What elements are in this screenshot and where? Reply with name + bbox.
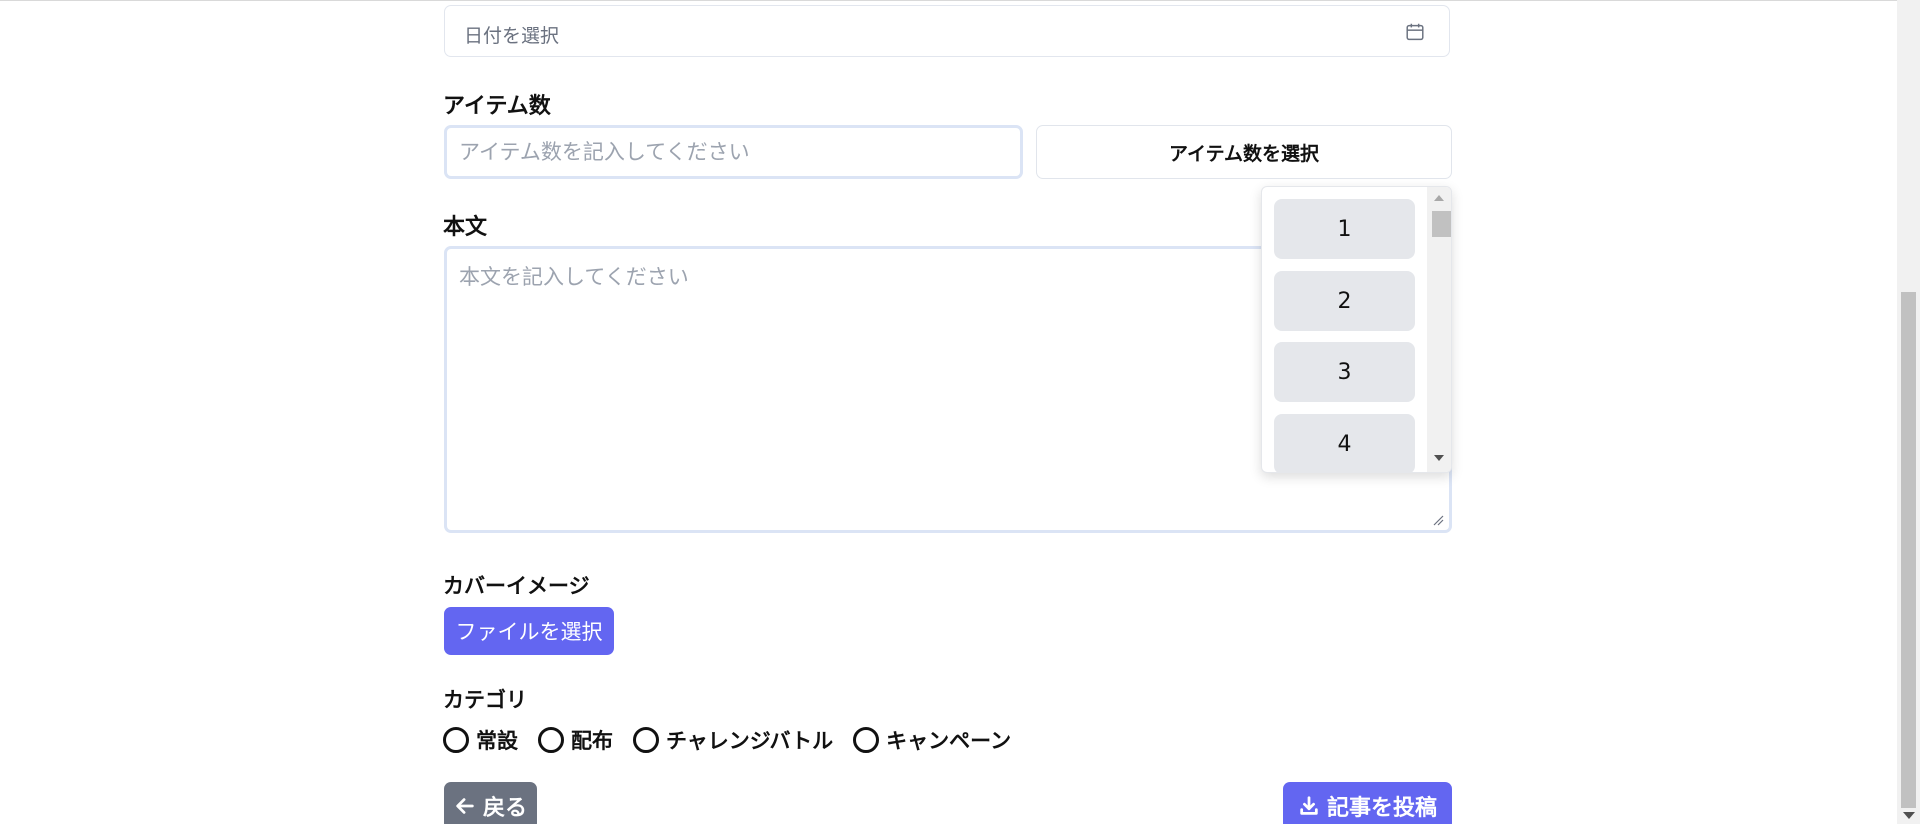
page-scrollbar[interactable] [1897, 0, 1920, 824]
radio-circle[interactable] [538, 727, 564, 753]
category-label: カテゴリ [443, 688, 527, 712]
category-option-permanent[interactable]: 常設 [443, 725, 518, 755]
choose-file-button[interactable]: ファイルを選択 [444, 607, 614, 655]
category-option-challenge-battle[interactable]: チャレンジバトル [633, 725, 833, 755]
date-placeholder: 日付を選択 [464, 25, 560, 47]
dropdown-option-1[interactable]: 1 [1274, 199, 1415, 259]
item-count-input[interactable] [447, 128, 1020, 176]
scroll-up-icon[interactable] [1434, 195, 1444, 201]
submit-post-button[interactable]: 記事を投稿 [1283, 782, 1452, 824]
radio-circle[interactable] [443, 727, 469, 753]
arrow-left-icon [456, 798, 474, 814]
category-option-label: キャンペーン [886, 729, 1012, 753]
category-option-distribution[interactable]: 配布 [538, 725, 613, 755]
item-count-field[interactable] [444, 125, 1023, 179]
dropdown-option-3[interactable]: 3 [1274, 342, 1415, 402]
download-icon [1300, 796, 1318, 815]
cover-image-label: カバーイメージ [443, 574, 590, 598]
radio-circle[interactable] [853, 727, 880, 753]
dropdown-option-4[interactable]: 4 [1274, 414, 1415, 472]
category-option-label: 常設 [476, 729, 518, 753]
top-divider [0, 0, 1897, 1]
category-option-label: 配布 [571, 729, 613, 753]
back-button-label: 戻る [482, 796, 527, 821]
item-count-dropdown[interactable]: 1 2 3 4 [1261, 186, 1452, 473]
page-scroll-thumb[interactable] [1901, 292, 1916, 808]
category-radio-group: 常設 配布 チャレンジバトル キャンペーン [443, 724, 1031, 756]
resize-handle-icon[interactable] [1432, 514, 1444, 526]
item-count-label: アイテム数 [443, 94, 551, 119]
date-picker-field[interactable]: 日付を選択 [444, 5, 1450, 57]
scroll-down-icon[interactable] [1434, 455, 1444, 461]
item-count-select-button[interactable]: アイテム数を選択 [1036, 125, 1452, 179]
back-button[interactable]: 戻る [444, 782, 537, 824]
radio-circle[interactable] [633, 727, 659, 753]
submit-button-label: 記事を投稿 [1326, 796, 1437, 821]
dropdown-scrollbar[interactable] [1427, 187, 1451, 472]
dropdown-option-2[interactable]: 2 [1274, 271, 1415, 331]
category-option-campaign[interactable]: キャンペーン [853, 725, 1011, 755]
body-label: 本文 [443, 215, 488, 240]
post-editor-page: 日付を選択 アイテム数 アイテム数を選択 本文 1 2 3 4 カバーイメージ … [0, 0, 1920, 824]
category-option-label: チャレンジバトル [666, 729, 834, 753]
page-scroll-down-icon[interactable] [1903, 812, 1915, 819]
calendar-icon[interactable] [1404, 21, 1426, 43]
dropdown-scroll-thumb[interactable] [1432, 211, 1451, 237]
